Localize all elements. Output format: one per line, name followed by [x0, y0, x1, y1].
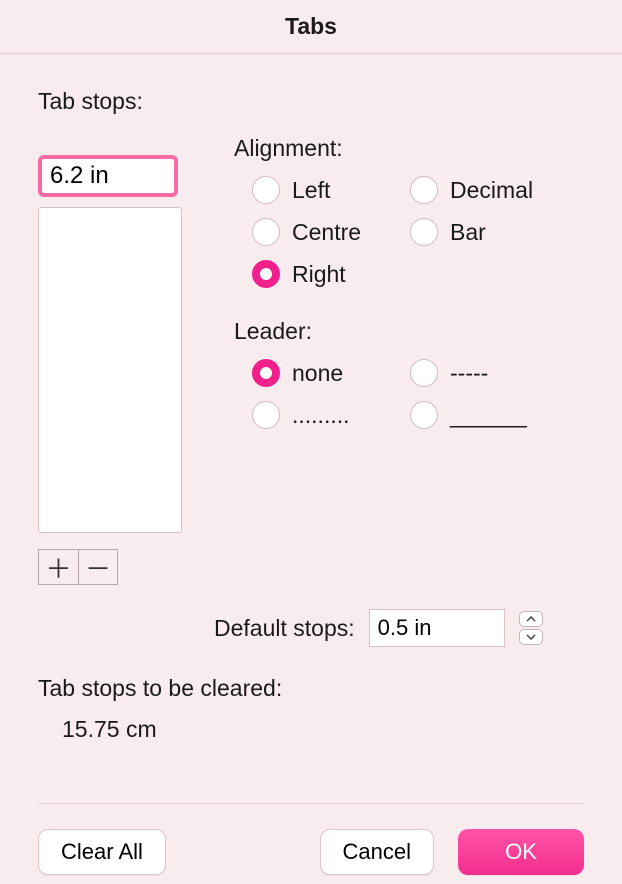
radio-label: Decimal [450, 177, 533, 204]
radio-label: Bar [450, 219, 486, 246]
leader-label: Leader: [234, 318, 584, 345]
stepper-down-button[interactable] [519, 629, 543, 645]
radio-icon [410, 359, 438, 387]
alignment-radio-group: Left Decimal Centre Bar Right [252, 176, 584, 288]
radio-icon [410, 218, 438, 246]
default-stops-label: Default stops: [214, 615, 355, 642]
radio-label: none [292, 360, 343, 387]
main-row: ＋ － Alignment: Left Decimal [38, 135, 584, 585]
alignment-centre-radio[interactable]: Centre [252, 218, 402, 246]
left-column: ＋ － [38, 135, 186, 585]
to-be-cleared-value: 15.75 cm [62, 716, 584, 743]
radio-icon [410, 176, 438, 204]
alignment-decimal-radio[interactable]: Decimal [410, 176, 560, 204]
list-buttons: ＋ － [38, 549, 186, 585]
radio-icon [252, 218, 280, 246]
remove-tab-stop-button[interactable]: － [78, 549, 118, 585]
dialog-content: Tab stops: ＋ － Alignment: Left [0, 54, 622, 804]
radio-icon [410, 401, 438, 429]
plus-icon: ＋ [45, 549, 71, 586]
minus-icon: － [85, 549, 111, 586]
leader-underline-radio[interactable]: ______ [410, 401, 560, 429]
default-stops-row: Default stops: [214, 609, 584, 647]
clear-all-button[interactable]: Clear All [38, 829, 166, 875]
ok-button[interactable]: OK [458, 829, 584, 875]
radio-label: Right [292, 261, 346, 288]
leader-none-radio[interactable]: none [252, 359, 402, 387]
chevron-down-icon [526, 634, 536, 640]
alignment-left-radio[interactable]: Left [252, 176, 402, 204]
tab-stops-list[interactable] [38, 207, 182, 533]
alignment-right-radio[interactable]: Right [252, 260, 402, 288]
radio-icon [252, 401, 280, 429]
dialog-titlebar: Tabs [0, 0, 622, 54]
alignment-label: Alignment: [234, 135, 584, 162]
radio-icon [252, 260, 280, 288]
tab-stops-label: Tab stops: [38, 88, 584, 115]
radio-icon [252, 176, 280, 204]
stepper-up-button[interactable] [519, 611, 543, 627]
alignment-bar-radio[interactable]: Bar [410, 218, 560, 246]
dialog-footer: Clear All Cancel OK [0, 804, 622, 884]
radio-label: Left [292, 177, 330, 204]
default-stops-stepper [519, 611, 543, 645]
tab-stop-position-input[interactable] [38, 155, 178, 197]
default-stops-input[interactable] [369, 609, 505, 647]
add-tab-stop-button[interactable]: ＋ [38, 549, 78, 585]
leader-dots-radio[interactable]: ......... [252, 401, 402, 429]
leader-radio-group: none ----- ......... ______ [252, 359, 584, 429]
right-column: Alignment: Left Decimal Centre Bar [234, 135, 584, 459]
cancel-button[interactable]: Cancel [320, 829, 434, 875]
radio-label: ______ [450, 402, 527, 429]
radio-label: ----- [450, 360, 488, 387]
radio-label: ......... [292, 402, 350, 429]
radio-icon [252, 359, 280, 387]
leader-dashes-radio[interactable]: ----- [410, 359, 560, 387]
radio-label: Centre [292, 219, 361, 246]
chevron-up-icon [526, 616, 536, 622]
dialog-title: Tabs [285, 13, 337, 40]
to-be-cleared-label: Tab stops to be cleared: [38, 675, 584, 702]
